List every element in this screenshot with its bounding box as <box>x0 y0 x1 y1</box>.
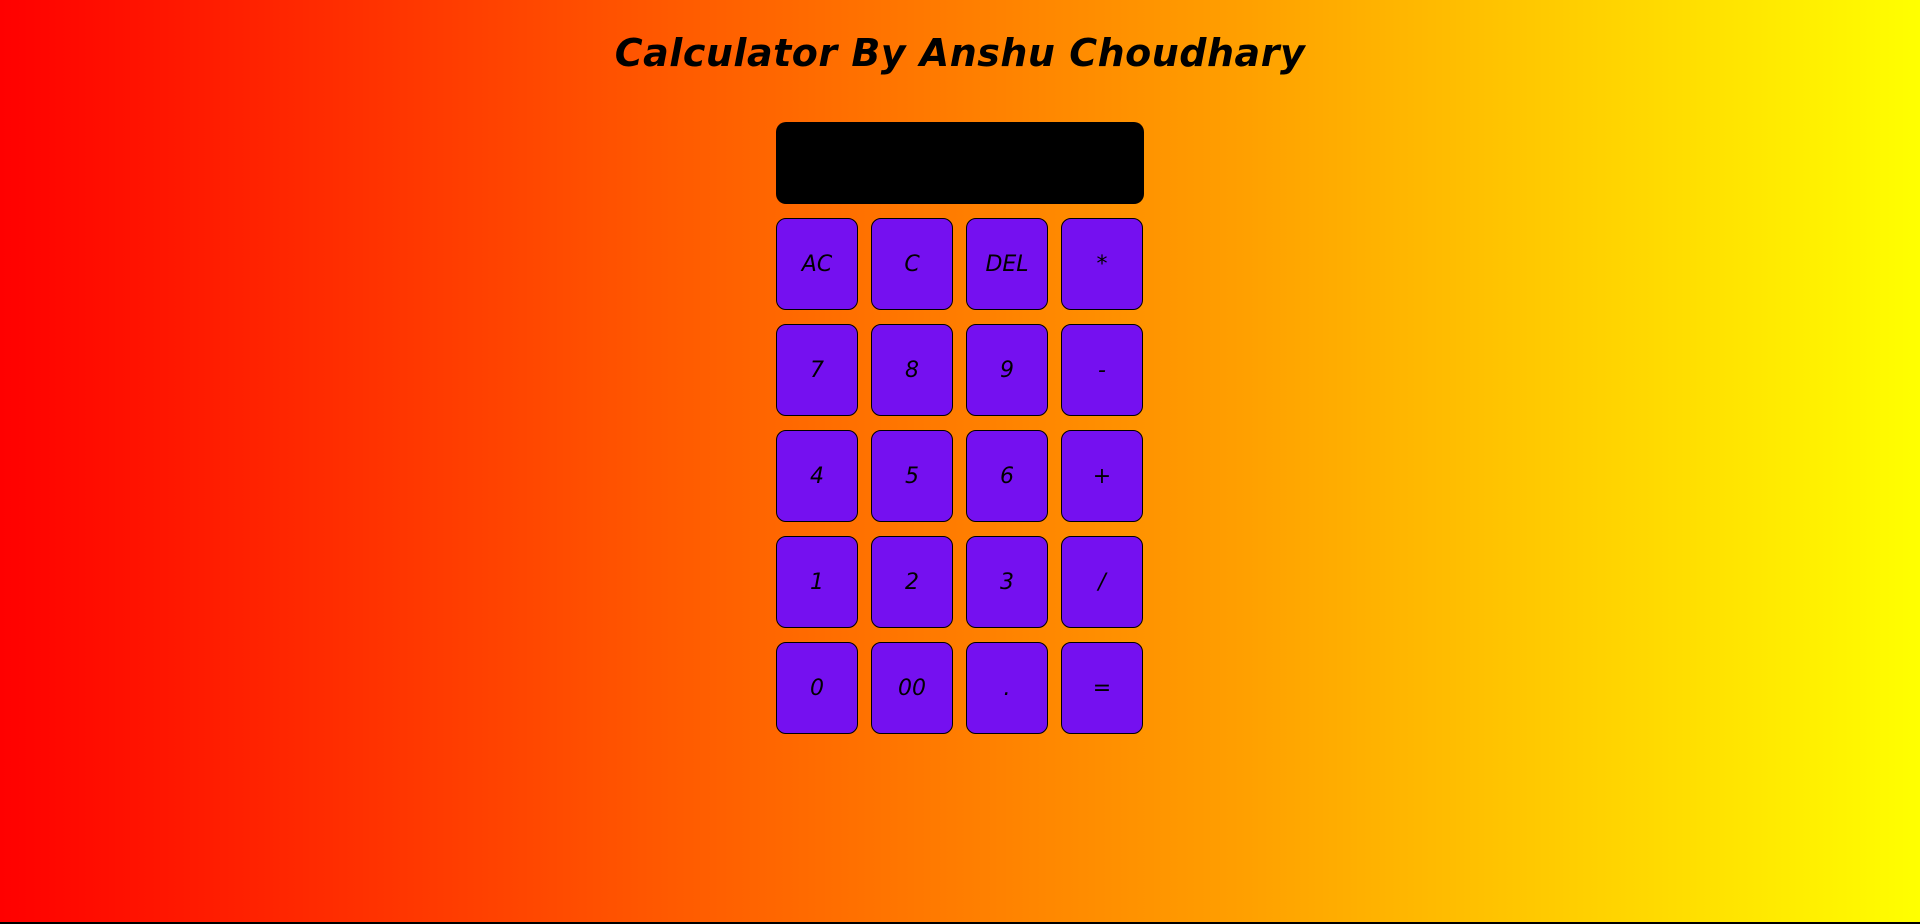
subtract-button[interactable]: - <box>1061 324 1143 416</box>
digit-3-button[interactable]: 3 <box>966 536 1048 628</box>
multiply-button[interactable]: * <box>1061 218 1143 310</box>
calculator-display <box>776 122 1144 204</box>
add-button[interactable]: + <box>1061 430 1143 522</box>
digit-0-button[interactable]: 0 <box>776 642 858 734</box>
page-title: Calculator By Anshu Choudhary <box>614 31 1306 75</box>
digit-2-button[interactable]: 2 <box>871 536 953 628</box>
digit-8-button[interactable]: 8 <box>871 324 953 416</box>
digit-7-button[interactable]: 7 <box>776 324 858 416</box>
all-clear-button[interactable]: AC <box>776 218 858 310</box>
digit-6-button[interactable]: 6 <box>966 430 1048 522</box>
divide-button[interactable]: / <box>1061 536 1143 628</box>
calculator: AC C DEL * 7 8 9 - 4 5 6 + 1 2 3 / 0 00 … <box>776 122 1144 734</box>
delete-button[interactable]: DEL <box>966 218 1048 310</box>
clear-button[interactable]: C <box>871 218 953 310</box>
digit-4-button[interactable]: 4 <box>776 430 858 522</box>
digit-9-button[interactable]: 9 <box>966 324 1048 416</box>
equals-button[interactable]: = <box>1061 642 1143 734</box>
keypad: AC C DEL * 7 8 9 - 4 5 6 + 1 2 3 / 0 00 … <box>776 218 1144 734</box>
decimal-point-button[interactable]: . <box>966 642 1048 734</box>
double-zero-button[interactable]: 00 <box>871 642 953 734</box>
digit-1-button[interactable]: 1 <box>776 536 858 628</box>
digit-5-button[interactable]: 5 <box>871 430 953 522</box>
